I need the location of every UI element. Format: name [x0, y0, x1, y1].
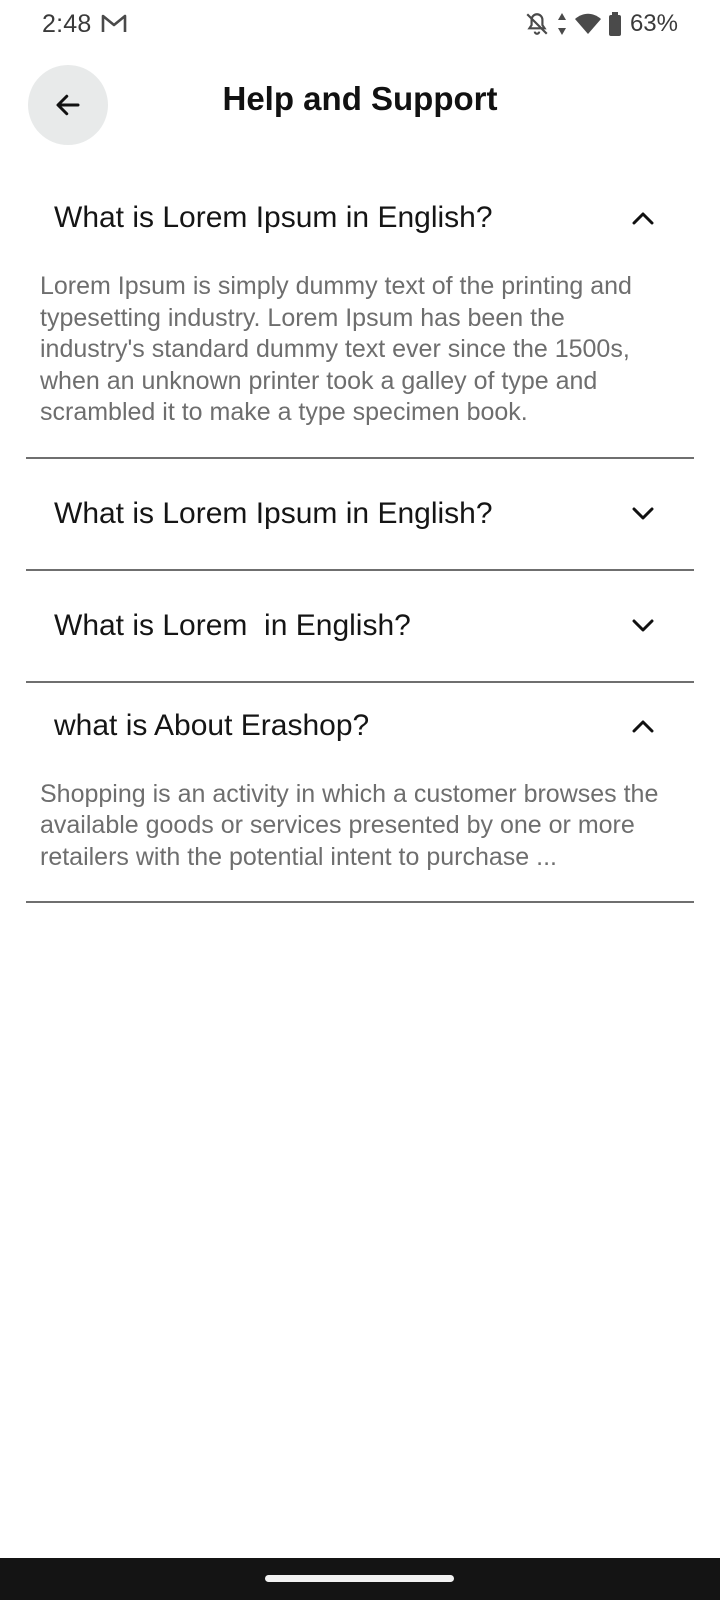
faq-item: What is Lorem Ipsum in English? Lorem Ip… [26, 175, 694, 459]
battery-icon [608, 12, 621, 36]
status-bar: 2:48 63% [0, 0, 720, 50]
faq-item: What is Lorem in English? [26, 571, 694, 683]
faq-list: What is Lorem Ipsum in English? Lorem Ip… [26, 175, 694, 903]
battery-percentage: 63% [629, 10, 678, 37]
faq-answer: Shopping is an activity in which a custo… [40, 779, 659, 871]
home-indicator[interactable] [265, 1575, 454, 1582]
chevron-up-icon[interactable] [630, 209, 656, 227]
wifi-icon [574, 13, 601, 34]
status-icons: 63% [524, 9, 678, 39]
faq-question: What is Lorem in English? [54, 608, 411, 642]
faq-header[interactable]: What is Lorem in English? [26, 571, 694, 681]
chevron-up-icon[interactable] [630, 717, 656, 735]
faq-question: What is Lorem Ipsum in English? [54, 496, 493, 530]
faq-answer: Lorem Ipsum is simply dummy text of the … [40, 272, 632, 426]
navigation-bar [0, 1558, 720, 1600]
faq-header[interactable]: What is Lorem Ipsum in English? [26, 459, 694, 569]
faq-item: what is About Erashop? Shopping is an ac… [26, 683, 694, 903]
data-arrows-icon [557, 13, 566, 35]
status-time: 2:48 [42, 10, 92, 38]
faq-question: What is Lorem Ipsum in English? [54, 201, 493, 234]
chevron-down-icon[interactable] [630, 505, 656, 523]
notifications-off-icon [526, 13, 548, 35]
faq-question: what is About Erashop? [54, 708, 370, 742]
faq-header[interactable]: What is Lorem Ipsum in English? [26, 175, 694, 263]
faq-item: What is Lorem Ipsum in English? [26, 459, 694, 571]
page-title: Help and Support [222, 80, 498, 117]
chevron-down-icon[interactable] [630, 617, 656, 635]
gmail-icon [101, 14, 127, 32]
faq-header[interactable]: what is About Erashop? [26, 683, 694, 771]
